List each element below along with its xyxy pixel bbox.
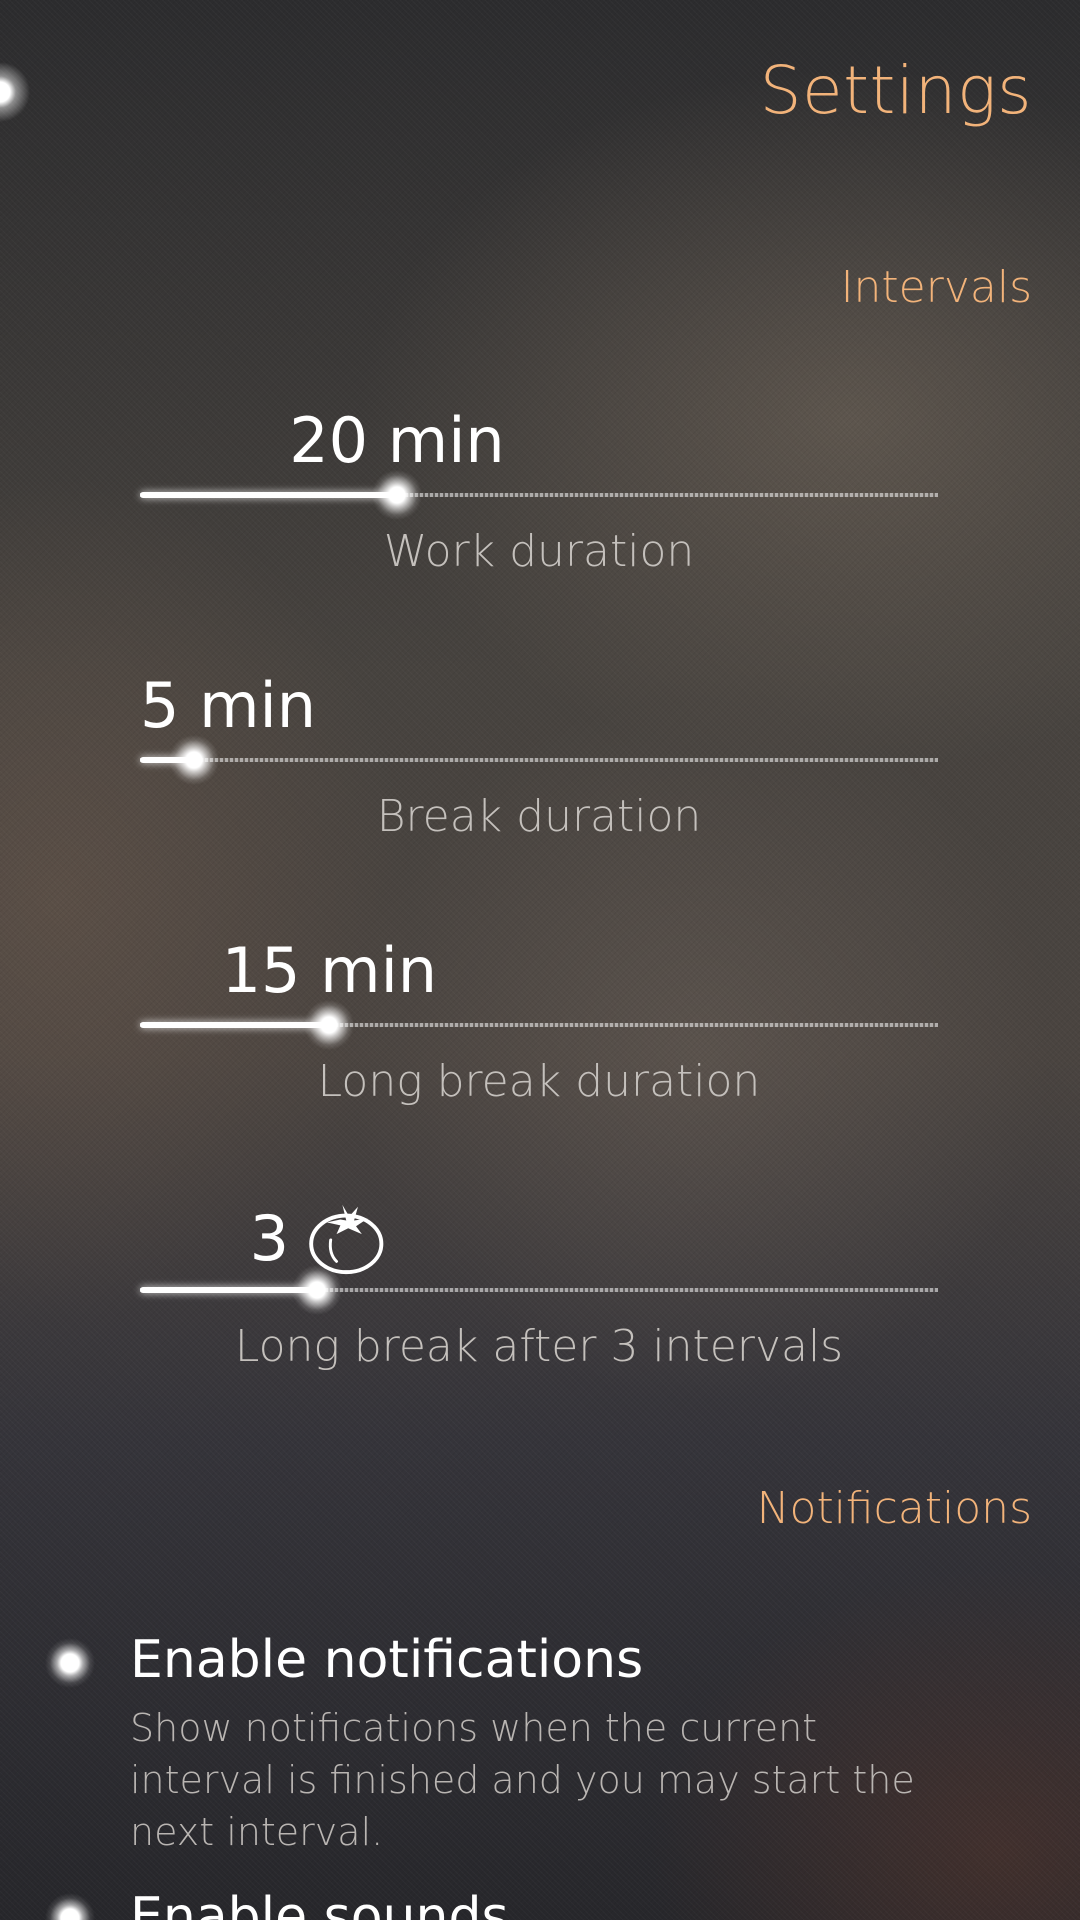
enable-notifications-switch[interactable]: Enable notifications Show notifications …: [0, 1610, 1080, 1854]
long-break-after-value: 3: [249, 1201, 290, 1275]
break-duration-value: 5 min: [139, 669, 317, 742]
enable-notifications-title: Enable notifications: [130, 1630, 644, 1690]
work-duration-slider[interactable]: 20 min Work duration: [140, 404, 938, 604]
slider-track: [140, 758, 938, 762]
long-break-duration-label: Long break duration: [317, 1056, 761, 1107]
slider-fill: [140, 1287, 318, 1293]
enable-sounds-switch[interactable]: Enable sounds: [0, 1865, 1080, 1920]
long-break-duration-slider[interactable]: 15 min Long break duration: [140, 934, 938, 1134]
slider-fill: [140, 1022, 330, 1028]
slider-handle[interactable]: [169, 735, 220, 785]
slider-fill: [140, 492, 397, 498]
break-duration-label: Break duration: [376, 791, 702, 842]
enable-sounds-title: Enable sounds: [130, 1887, 509, 1920]
long-break-after-slider[interactable]: 3 Long break after 3 intervals: [140, 1199, 938, 1399]
slider-handle[interactable]: [292, 1265, 343, 1315]
long-break-duration-value: 15 min: [221, 934, 438, 1007]
switch-indicator-icon: [45, 1638, 95, 1688]
break-duration-slider[interactable]: 5 min Break duration: [140, 669, 938, 869]
long-break-after-label: Long break after 3 intervals: [234, 1321, 844, 1372]
work-duration-value: 20 min: [289, 404, 505, 477]
enable-notifications-description: Show notifications when the current inte…: [130, 1706, 915, 1854]
page-title: Settings: [759, 52, 1032, 129]
corner-glow: [0, 62, 30, 122]
section-header-notifications: Notifications: [756, 1483, 1032, 1534]
slider-handle[interactable]: [371, 470, 422, 520]
work-duration-label: Work duration: [383, 526, 695, 577]
section-header-intervals: Intervals: [840, 262, 1032, 313]
switch-indicator-icon: [45, 1893, 95, 1920]
slider-handle[interactable]: [304, 1000, 355, 1050]
